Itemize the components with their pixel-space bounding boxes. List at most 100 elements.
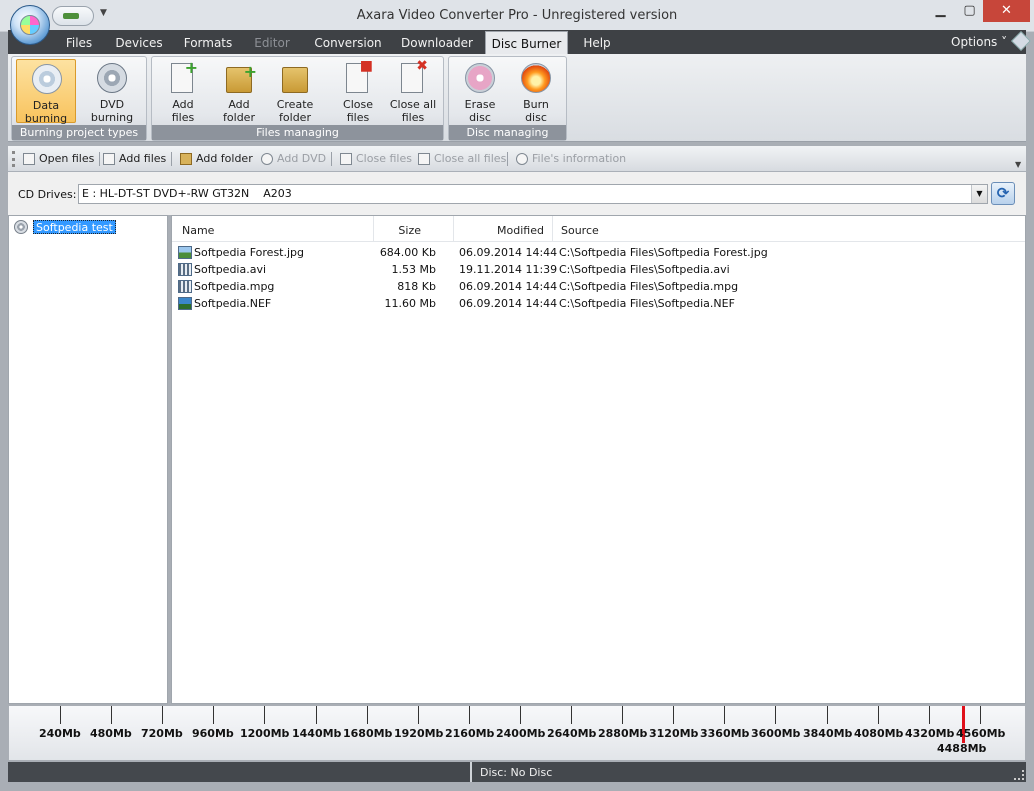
- close-button[interactable]: ✕: [983, 0, 1030, 22]
- scale-tick-label: 3360Mb: [700, 727, 750, 740]
- table-row[interactable]: Softpedia Forest.jpg 684.00 Kb 06.09.201…: [172, 244, 1025, 261]
- scale-tick: [520, 706, 521, 724]
- toolbar-separator: [171, 152, 172, 166]
- table-row[interactable]: Softpedia.NEF 11.60 Mb 06.09.2014 14:44 …: [172, 295, 1025, 312]
- create-folder-label-2: folder: [279, 111, 311, 124]
- toolbar-grip[interactable]: [12, 151, 15, 167]
- scale-tick: [60, 706, 61, 724]
- scale-tick: [827, 706, 828, 724]
- erase-disc-label-1: Erase: [464, 98, 496, 111]
- title-bar: ▼ Axara Video Converter Pro - Unregister…: [0, 0, 1034, 32]
- column-header-size[interactable]: Size: [374, 216, 454, 242]
- burn-disc-label-1: Burn: [523, 98, 549, 111]
- toolbar-overflow-icon[interactable]: ▼: [1015, 160, 1021, 169]
- toolbar-separator: [99, 152, 100, 166]
- file-information-button[interactable]: File's information: [514, 151, 626, 167]
- toolbar: Open files Add files Add folder Add DVD …: [8, 146, 1026, 172]
- capacity-marker-label: 4488Mb: [937, 742, 987, 755]
- status-bar: Disc: No Disc: [8, 762, 1026, 782]
- tab-devices[interactable]: Devices: [112, 30, 166, 54]
- ribbon-group-label: Files managing: [152, 125, 443, 140]
- close-files-label-2: files: [346, 111, 370, 124]
- file-name: Softpedia.mpg: [194, 280, 275, 293]
- close-all-files-small-icon: [418, 153, 430, 165]
- app-menu-button[interactable]: [10, 5, 50, 45]
- info-icon: [516, 153, 528, 165]
- ribbon-group-label: Disc managing: [449, 125, 566, 140]
- tab-disc-burner[interactable]: Disc Burner: [485, 31, 568, 55]
- dvd-burning-label-2: burning: [90, 111, 134, 124]
- column-header-source[interactable]: Source: [553, 216, 1027, 242]
- tab-editor[interactable]: Editor: [248, 30, 296, 54]
- table-row[interactable]: Softpedia.mpg 818 Kb 06.09.2014 14:44 C:…: [172, 278, 1025, 295]
- add-dvd-icon: [261, 153, 273, 165]
- data-burning-label-1: Data: [32, 99, 60, 112]
- scale-tick-label: 3600Mb: [751, 727, 801, 740]
- add-folder-toolbar-button[interactable]: Add folder: [178, 151, 253, 167]
- column-header-modified[interactable]: Modified: [454, 216, 553, 242]
- close-all-files-toolbar-label: Close all files: [434, 152, 507, 165]
- erase-disc-label-2: disc: [469, 111, 491, 124]
- erase-disc-button[interactable]: Erase disc: [450, 59, 510, 124]
- scale-tick-label: 2400Mb: [496, 727, 546, 740]
- file-size: 684.00 Kb: [379, 246, 436, 259]
- close-all-files-button[interactable]: ✖ Close all files: [383, 58, 443, 124]
- file-size: 818 Kb: [397, 280, 436, 293]
- dvd-burning-button[interactable]: DVD burning: [82, 59, 142, 124]
- disc-capacity-scale: 4488Mb 240Mb 480Mb 720Mb 960Mb 1200Mb 1440Mb 1…: [8, 705, 1026, 761]
- scale-tick: [162, 706, 163, 724]
- ribbon-group-disc-managing: Erase disc Burn disc Disc managing: [448, 56, 567, 141]
- tree-node-label[interactable]: Softpedia test: [33, 220, 116, 234]
- app-logo-icon: [20, 15, 40, 35]
- add-files-toolbar-button[interactable]: Add files: [101, 151, 166, 167]
- create-folder-icon: [282, 67, 308, 93]
- data-disc-icon: [32, 64, 62, 94]
- close-files-icon: ■: [346, 58, 373, 93]
- add-dvd-button[interactable]: Add DVD: [259, 151, 326, 167]
- close-files-small-icon: [340, 153, 352, 165]
- column-header-name[interactable]: Name: [172, 216, 374, 242]
- scale-tick-label: 4560Mb: [956, 727, 1006, 740]
- minimize-button[interactable]: ▁: [926, 0, 955, 22]
- burn-disc-button[interactable]: Burn disc: [506, 59, 566, 124]
- burn-disc-label-2: disc: [525, 111, 547, 124]
- tab-help[interactable]: Help: [580, 30, 614, 54]
- file-size: 1.53 Mb: [391, 263, 436, 276]
- raw-image-file-icon: [178, 297, 192, 310]
- image-file-icon: [178, 246, 192, 259]
- close-all-files-icon: ✖: [401, 58, 428, 93]
- maximize-button[interactable]: ▢: [955, 0, 984, 22]
- close-files-toolbar-button[interactable]: Close files: [338, 151, 412, 167]
- scale-tick-label: 2640Mb: [547, 727, 597, 740]
- file-modified: 06.09.2014 14:44: [459, 280, 558, 293]
- help-icon[interactable]: [1011, 31, 1031, 51]
- dvd-burning-label-1: DVD: [99, 98, 125, 111]
- tab-downloader[interactable]: Downloader: [397, 30, 477, 54]
- data-burning-button[interactable]: Data burning: [16, 59, 76, 125]
- dropdown-arrow-icon[interactable]: ▼: [971, 185, 987, 203]
- tab-files[interactable]: Files: [58, 30, 100, 54]
- resize-grip[interactable]: [1014, 770, 1024, 780]
- close-files-button[interactable]: ■ Close files: [328, 58, 388, 124]
- toolbar-separator: [507, 152, 508, 166]
- scale-tick-label: 1440Mb: [292, 727, 342, 740]
- cd-drives-select[interactable]: E : HL-DT-ST DVD+-RW GT32N A203 ▼: [78, 184, 988, 204]
- file-source: C:\Softpedia Files\Softpedia.mpg: [559, 280, 739, 293]
- tab-conversion[interactable]: Conversion: [308, 30, 388, 54]
- close-all-files-toolbar-button[interactable]: Close all files: [416, 151, 506, 167]
- table-row[interactable]: Softpedia.avi 1.53 Mb 19.11.2014 11:39 C…: [172, 261, 1025, 278]
- open-files-button[interactable]: Open files: [21, 151, 94, 167]
- create-folder-button[interactable]: Create folder: [265, 59, 325, 124]
- scale-tick: [673, 706, 674, 724]
- scale-tick: [469, 706, 470, 724]
- add-folder-small-icon: [180, 153, 192, 165]
- scale-tick-label: 480Mb: [90, 727, 132, 740]
- refresh-drives-button[interactable]: ⟳: [991, 182, 1015, 205]
- add-files-button[interactable]: + Add files: [153, 58, 213, 124]
- add-folder-label-1: Add: [228, 98, 250, 111]
- options-menu[interactable]: Options ˅: [951, 30, 1007, 54]
- scale-tick-label: 3840Mb: [803, 727, 853, 740]
- add-folder-button[interactable]: + Add folder: [209, 59, 269, 124]
- scale-tick-label: 4320Mb: [905, 727, 955, 740]
- tab-formats[interactable]: Formats: [179, 30, 237, 54]
